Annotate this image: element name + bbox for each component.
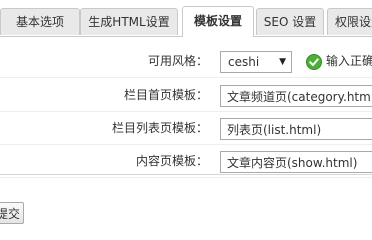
category-template-label: 栏目首页模板：	[123, 88, 208, 102]
tab-template-settings[interactable]: 模板设置	[182, 6, 254, 37]
settings-tab-bar: 基本选项 生成HTML设置 模板设置 SEO 设置 权限设置	[0, 0, 372, 37]
submit-button[interactable]: 提交	[0, 202, 24, 224]
style-row: 可用风格： ceshi ▼ 输入正确	[0, 45, 372, 78]
form-divider	[0, 174, 372, 175]
style-label: 可用风格：	[147, 54, 208, 68]
list-template-label: 栏目列表页模板：	[111, 121, 208, 135]
content-template-input[interactable]	[220, 151, 372, 173]
tab-permission-settings[interactable]: 权限设置	[327, 8, 372, 35]
template-settings-page: 基本选项 生成HTML设置 模板设置 SEO 设置 权限设置 可用风格： ces…	[0, 0, 372, 240]
check-circle-icon	[306, 54, 322, 70]
category-template-row: 栏目首页模板：	[0, 79, 372, 112]
style-status-text: 输入正确	[326, 54, 372, 68]
style-select-value: ceshi	[228, 55, 260, 69]
list-template-input[interactable]	[220, 118, 372, 140]
category-template-input[interactable]	[220, 85, 372, 107]
template-settings-form: 可用风格： ceshi ▼ 输入正确 栏目首页模板： 栏目列表页模板： 内容页模…	[0, 37, 372, 178]
tab-seo-settings[interactable]: SEO 设置	[256, 8, 324, 35]
triangle-down-icon: ▼	[279, 57, 286, 67]
tab-basic-options[interactable]: 基本选项	[0, 8, 80, 35]
tab-html-generation[interactable]: 生成HTML设置	[80, 8, 178, 35]
list-template-row: 栏目列表页模板：	[0, 112, 372, 145]
style-select[interactable]: ceshi ▼	[220, 51, 292, 73]
